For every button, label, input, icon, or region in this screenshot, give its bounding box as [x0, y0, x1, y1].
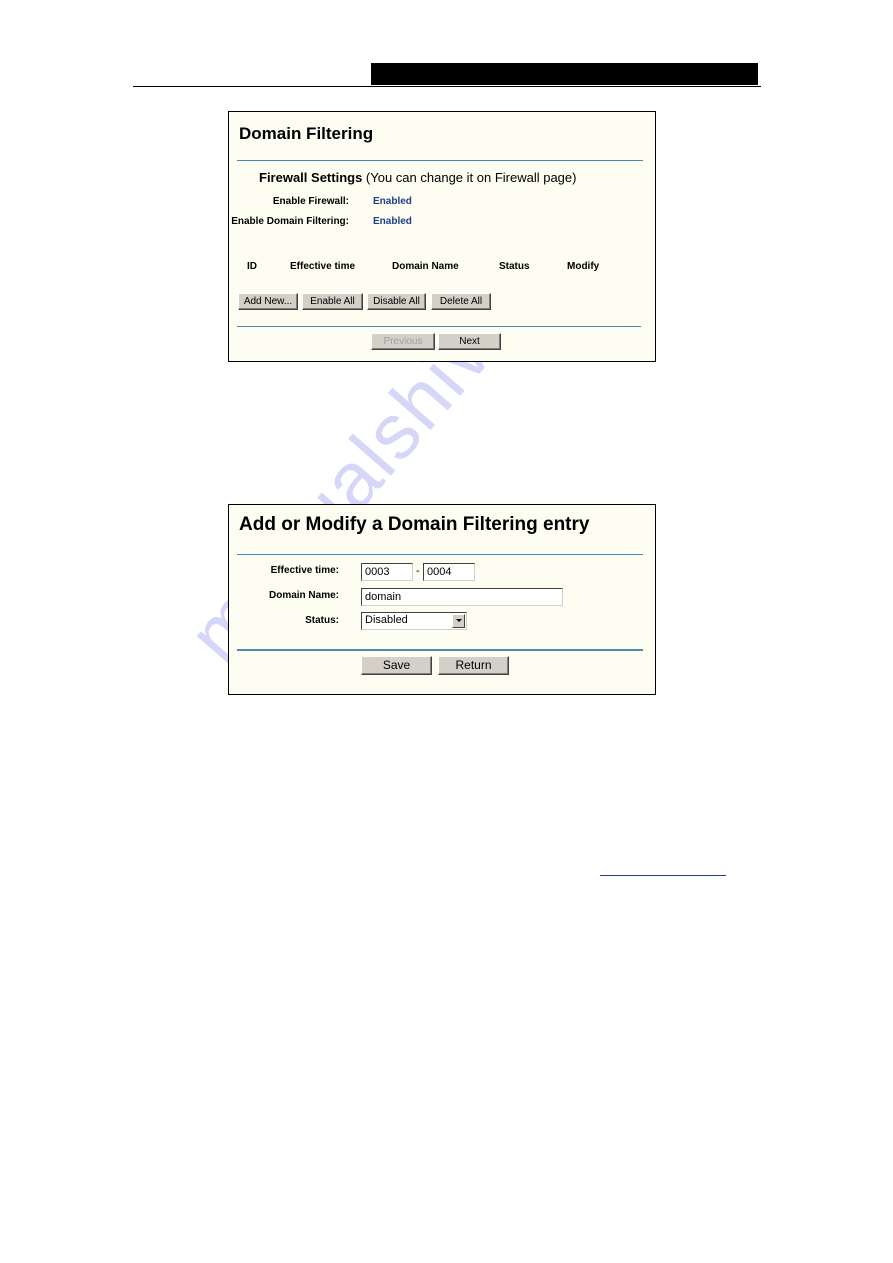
enable-domain-filtering-label: Enable Domain Filtering:: [231, 216, 349, 227]
previous-button[interactable]: Previous: [371, 333, 435, 350]
column-header-status: Status: [499, 261, 530, 272]
enable-domain-filtering-value: Enabled: [373, 216, 412, 227]
divider: [237, 326, 641, 327]
page-title: Add or Modify a Domain Filtering entry: [239, 514, 590, 535]
next-button[interactable]: Next: [438, 333, 501, 350]
divider: [237, 554, 643, 555]
page-header-bar: [371, 63, 758, 85]
hyperlink-underline[interactable]: [600, 875, 726, 876]
page-title: Domain Filtering: [239, 124, 374, 143]
column-header-id: ID: [247, 261, 257, 272]
return-button[interactable]: Return: [438, 656, 509, 675]
column-header-domain-name: Domain Name: [392, 261, 459, 272]
effective-time-label: Effective time:: [270, 565, 339, 576]
firewall-settings-heading: Firewall Settings (You can change it on …: [259, 170, 576, 185]
domain-name-input[interactable]: [361, 588, 563, 606]
page-header-rule: [133, 86, 761, 87]
time-separator: -: [416, 565, 420, 577]
status-selected-value: Disabled: [365, 614, 408, 626]
domain-filtering-panel: Domain Filtering Firewall Settings (You …: [228, 111, 656, 362]
column-header-effective-time: Effective time: [290, 261, 356, 272]
domain-name-label: Domain Name:: [268, 590, 339, 601]
chevron-down-icon[interactable]: [452, 614, 465, 628]
effective-time-start-input[interactable]: [361, 563, 413, 581]
section-title-note: (You can change it on Firewall page): [362, 170, 577, 185]
divider: [237, 160, 643, 161]
save-button[interactable]: Save: [361, 656, 432, 675]
status-select[interactable]: Disabled: [361, 612, 467, 630]
status-label: Status:: [305, 615, 339, 626]
delete-all-button[interactable]: Delete All: [431, 293, 491, 310]
add-new-button[interactable]: Add New...: [238, 293, 298, 310]
column-header-modify: Modify: [567, 261, 600, 272]
divider: [237, 649, 643, 651]
enable-firewall-label: Enable Firewall:: [272, 196, 349, 207]
section-title-bold: Firewall Settings: [259, 170, 363, 185]
enable-all-button[interactable]: Enable All: [302, 293, 363, 310]
add-modify-entry-panel: Add or Modify a Domain Filtering entry E…: [228, 504, 656, 695]
effective-time-end-input[interactable]: [423, 563, 475, 581]
enable-firewall-value: Enabled: [373, 196, 412, 207]
disable-all-button[interactable]: Disable All: [367, 293, 426, 310]
